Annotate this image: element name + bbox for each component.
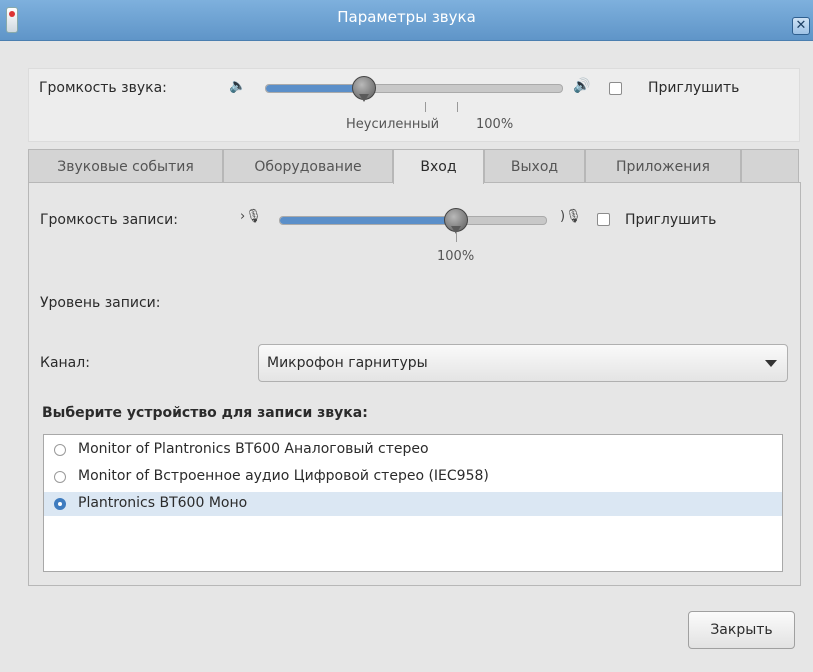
master-volume-label: Громкость звука: <box>39 80 167 96</box>
list-item-selected[interactable]: Plantronics BT600 Моно <box>44 492 782 516</box>
mark-unamplified: Неусиленный <box>346 117 440 132</box>
device-list-heading: Выберите устройство для записи звука: <box>42 405 368 421</box>
channel-select[interactable]: Микрофон гарнитуры <box>258 344 788 382</box>
tick-unamplified <box>425 102 426 112</box>
mark-100-input: 100% <box>437 249 475 264</box>
tick-100 <box>457 102 458 112</box>
master-volume-slider[interactable] <box>265 84 563 93</box>
record-volume-handle[interactable] <box>443 208 468 234</box>
speaker-high-icon: 🔊 <box>573 78 591 94</box>
record-volume-slider[interactable] <box>279 216 547 225</box>
tab-applications[interactable]: Приложения <box>585 149 741 182</box>
device-list[interactable]: Monitor of Plantronics BT600 Аналоговый … <box>43 434 783 572</box>
record-volume-fill <box>280 217 456 224</box>
device-label: Monitor of Встроенное аудио Цифровой сте… <box>78 468 489 484</box>
mark-100-master: 100% <box>476 117 514 132</box>
record-volume-label: Громкость записи: <box>40 212 178 228</box>
list-item[interactable]: Monitor of Встроенное аудио Цифровой сте… <box>44 465 782 489</box>
tab-output[interactable]: Выход <box>484 149 585 182</box>
device-radio-2[interactable] <box>54 471 66 483</box>
device-radio-3[interactable] <box>54 498 66 510</box>
list-item[interactable]: Monitor of Plantronics BT600 Аналоговый … <box>44 438 782 462</box>
close-button[interactable]: Закрыть <box>688 611 795 649</box>
chevron-down-icon <box>765 360 777 367</box>
tab-input[interactable]: Вход <box>393 149 484 184</box>
master-volume-fill <box>266 85 364 92</box>
tab-hardware[interactable]: Оборудование <box>223 149 393 182</box>
record-mute-label[interactable]: Приглушить <box>625 212 716 228</box>
record-level-label: Уровень записи: <box>40 295 161 311</box>
master-mute-checkbox[interactable] <box>609 82 622 95</box>
mic-high-icon: )🎙 <box>560 209 582 224</box>
close-window-button[interactable]: ✕ <box>792 17 810 35</box>
master-volume-handle[interactable] <box>351 76 376 102</box>
channel-label: Канал: <box>40 355 90 371</box>
device-label: Monitor of Plantronics BT600 Аналоговый … <box>78 441 429 457</box>
tab-sound-events[interactable]: Звуковые события <box>28 149 223 182</box>
record-mute-checkbox[interactable] <box>597 213 610 226</box>
channel-select-value: Микрофон гарнитуры <box>267 355 428 371</box>
device-radio-1[interactable] <box>54 444 66 456</box>
device-label: Plantronics BT600 Моно <box>78 495 248 511</box>
master-volume-panel: Громкость звука: 🔈 🔊 Приглушить Неусилен… <box>28 68 800 142</box>
mic-low-icon: ›🎙 <box>240 209 262 224</box>
window-title: Параметры звука <box>337 8 476 26</box>
speaker-low-icon: 🔈 <box>229 78 247 94</box>
title-bar[interactable]: Параметры звука ✕ <box>0 0 813 41</box>
master-mute-label[interactable]: Приглушить <box>648 80 739 96</box>
tick-100-input <box>456 232 457 242</box>
tab-empty-area <box>741 149 799 182</box>
